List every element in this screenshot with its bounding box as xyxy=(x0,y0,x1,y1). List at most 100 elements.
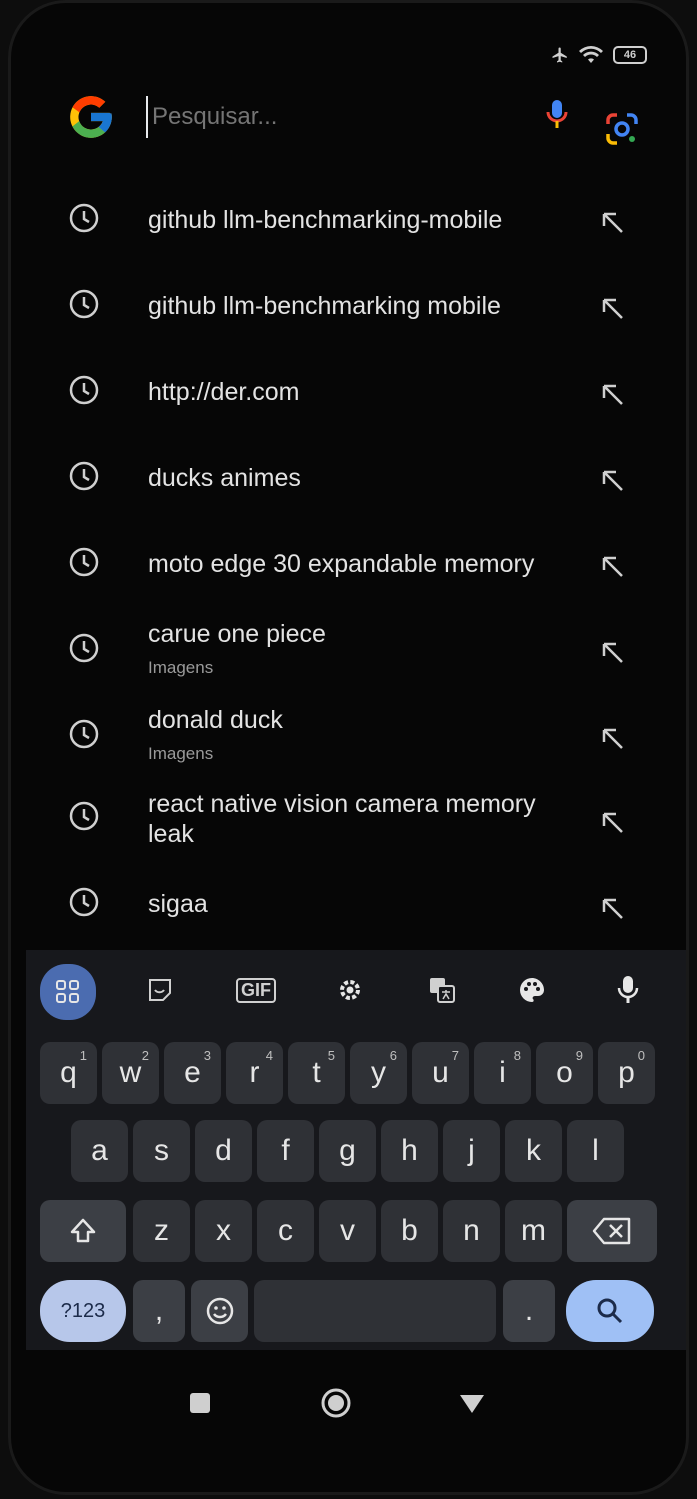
search-icon xyxy=(597,1298,623,1324)
key-m[interactable]: m xyxy=(505,1200,562,1262)
symbols-key[interactable]: ?123 xyxy=(40,1280,126,1342)
key-c[interactable]: c xyxy=(257,1200,314,1262)
translate-icon[interactable] xyxy=(416,964,468,1016)
suggestion-row[interactable]: donald duck Imagens xyxy=(8,694,689,774)
fill-query-arrow-icon[interactable] xyxy=(598,808,626,836)
fill-query-arrow-icon[interactable] xyxy=(598,466,626,494)
suggestion-row[interactable]: carue one piece Imagens xyxy=(8,608,689,688)
gif-icon[interactable]: GIF xyxy=(230,964,282,1016)
key-label: j xyxy=(468,1134,475,1167)
key-r[interactable]: r4 xyxy=(226,1042,283,1104)
key-n[interactable]: n xyxy=(443,1200,500,1262)
key-hint: 1 xyxy=(79,1048,87,1063)
shift-arrow-icon xyxy=(70,1218,96,1243)
key-label: w xyxy=(119,1056,142,1089)
key-label: . xyxy=(524,1294,534,1327)
history-clock-icon xyxy=(69,801,99,831)
key-label: o xyxy=(556,1056,573,1089)
fill-query-arrow-icon[interactable] xyxy=(598,894,626,922)
google-lens-icon[interactable] xyxy=(605,112,639,151)
key-s[interactable]: s xyxy=(133,1120,190,1182)
key-a[interactable]: a xyxy=(71,1120,128,1182)
voice-search-mic-icon[interactable] xyxy=(546,98,568,137)
key-e[interactable]: e3 xyxy=(164,1042,221,1104)
key-t[interactable]: t5 xyxy=(288,1042,345,1104)
key-l[interactable]: l xyxy=(567,1120,624,1182)
key-z[interactable]: z xyxy=(133,1200,190,1262)
key-label: q xyxy=(60,1056,77,1089)
key-label: l xyxy=(592,1134,599,1167)
suggestion-text: github llm-benchmarking-mobile xyxy=(148,206,503,234)
google-logo-icon xyxy=(66,92,116,142)
key-g[interactable]: g xyxy=(319,1120,376,1182)
fill-query-arrow-icon[interactable] xyxy=(598,380,626,408)
key-j[interactable]: j xyxy=(443,1120,500,1182)
apps-grid-icon[interactable] xyxy=(40,964,96,1020)
fill-query-arrow-icon[interactable] xyxy=(598,552,626,580)
fill-query-arrow-icon[interactable] xyxy=(598,724,626,752)
key-p[interactable]: p0 xyxy=(598,1042,655,1104)
sticker-icon[interactable] xyxy=(134,964,186,1016)
key-label: a xyxy=(91,1134,108,1167)
key-f[interactable]: f xyxy=(257,1120,314,1182)
key-b[interactable]: b xyxy=(381,1200,438,1262)
key-label: ?123 xyxy=(60,1299,106,1322)
history-clock-icon xyxy=(69,547,99,577)
key-label: s xyxy=(154,1134,169,1167)
fill-query-arrow-icon[interactable] xyxy=(598,638,626,666)
suggestion-text: sigaa xyxy=(148,890,208,918)
suggestion-subtitle: Imagens xyxy=(148,744,214,763)
fill-query-arrow-icon[interactable] xyxy=(598,208,626,236)
emoji-key[interactable] xyxy=(191,1280,248,1342)
suggestion-row[interactable]: github llm-benchmarking-mobile xyxy=(8,178,689,258)
key-label: , xyxy=(154,1294,164,1327)
back-triangle-icon[interactable] xyxy=(450,1380,494,1426)
key-hint: 4 xyxy=(265,1048,273,1063)
suggestion-text: ducks animes xyxy=(148,464,301,492)
period-key[interactable]: . xyxy=(503,1280,555,1342)
key-d[interactable]: d xyxy=(195,1120,252,1182)
search-bar[interactable] xyxy=(58,60,598,174)
suggestion-row[interactable]: sigaa xyxy=(8,870,689,940)
key-hint: 6 xyxy=(389,1048,397,1063)
space-bar[interactable] xyxy=(254,1280,496,1342)
key-label: v xyxy=(340,1214,355,1247)
backspace-key[interactable] xyxy=(567,1200,657,1262)
key-y[interactable]: y6 xyxy=(350,1042,407,1104)
settings-gear-icon[interactable] xyxy=(324,964,376,1016)
battery-indicator: 46 xyxy=(613,46,647,64)
comma-key[interactable]: , xyxy=(133,1280,185,1342)
fill-query-arrow-icon[interactable] xyxy=(598,294,626,322)
key-label: x xyxy=(216,1214,231,1247)
key-label: h xyxy=(401,1134,418,1167)
key-i[interactable]: i8 xyxy=(474,1042,531,1104)
palette-icon[interactable] xyxy=(506,964,558,1016)
suggestion-row[interactable]: ducks animes xyxy=(8,436,689,516)
shift-key[interactable] xyxy=(40,1200,126,1262)
recents-square-icon[interactable] xyxy=(178,1380,222,1426)
key-h[interactable]: h xyxy=(381,1120,438,1182)
suggestion-row[interactable]: react native vision camera memory leak xyxy=(8,780,689,870)
key-w[interactable]: w2 xyxy=(102,1042,159,1104)
key-v[interactable]: v xyxy=(319,1200,376,1262)
key-u[interactable]: u7 xyxy=(412,1042,469,1104)
search-input[interactable] xyxy=(146,96,546,138)
suggestion-text: react native vision camera memory xyxy=(148,790,536,818)
system-nav-bar xyxy=(8,1380,689,1440)
mic-icon[interactable] xyxy=(602,964,654,1016)
home-circle-icon[interactable] xyxy=(314,1380,358,1426)
key-k[interactable]: k xyxy=(505,1120,562,1182)
suggestion-row[interactable]: github llm-benchmarking mobile xyxy=(8,264,689,344)
key-x[interactable]: x xyxy=(195,1200,252,1262)
key-label: r xyxy=(249,1056,260,1089)
suggestion-row[interactable]: http://der.com xyxy=(8,350,689,430)
key-q[interactable]: q1 xyxy=(40,1042,97,1104)
key-hint: 8 xyxy=(513,1048,521,1063)
key-o[interactable]: o9 xyxy=(536,1042,593,1104)
history-clock-icon xyxy=(69,887,99,917)
key-label: e xyxy=(184,1056,201,1089)
search-action-key[interactable] xyxy=(566,1280,654,1342)
key-hint: 3 xyxy=(203,1048,211,1063)
suggestion-row[interactable]: moto edge 30 expandable memory xyxy=(8,522,689,602)
key-hint: 2 xyxy=(141,1048,149,1063)
